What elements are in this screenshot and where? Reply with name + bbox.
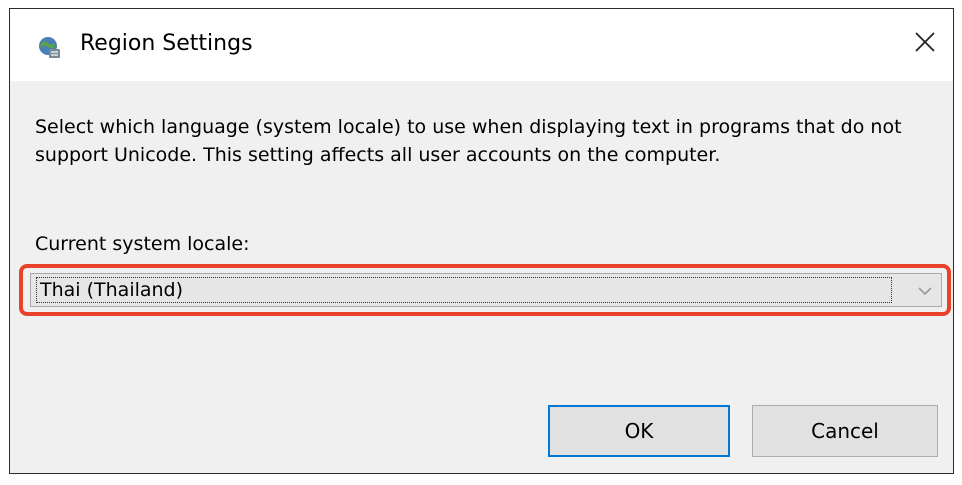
region-settings-dialog: Region Settings Select which language (s…: [9, 8, 954, 474]
screenshot-background: Region Settings Select which language (s…: [0, 0, 962, 485]
system-locale-dropdown[interactable]: Thai (Thailand): [30, 273, 942, 307]
current-locale-label: Current system locale:: [35, 233, 250, 255]
locale-description: Select which language (system locale) to…: [35, 116, 902, 166]
chevron-down-icon: [917, 283, 933, 297]
close-button[interactable]: [905, 21, 945, 67]
ok-button[interactable]: OK: [548, 405, 730, 457]
close-icon: [914, 31, 936, 57]
dialog-title: Region Settings: [80, 31, 253, 56]
title-bar: Region Settings: [10, 9, 953, 81]
cancel-button[interactable]: Cancel: [752, 405, 938, 457]
globe-settings-icon: [36, 34, 64, 62]
selected-locale-value: Thai (Thailand): [36, 277, 892, 303]
